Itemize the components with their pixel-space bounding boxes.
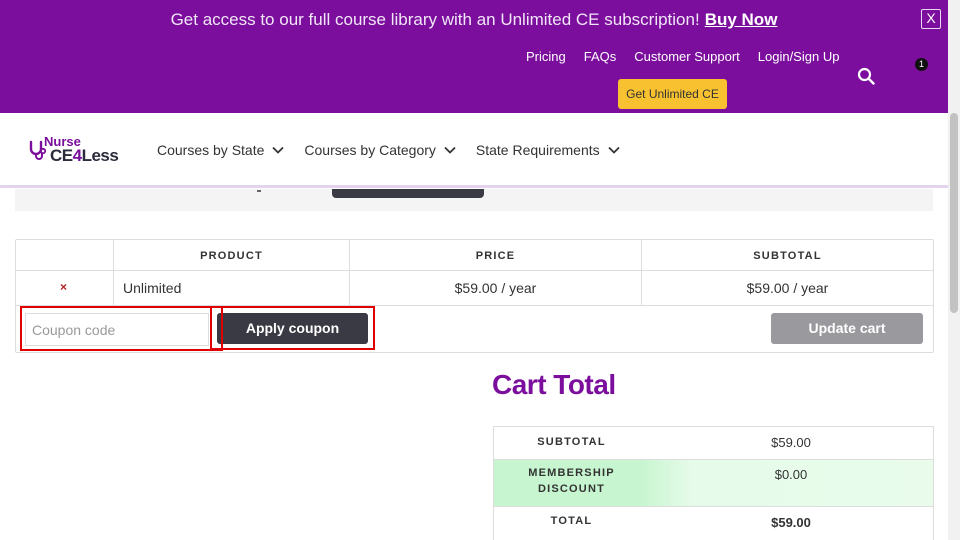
header-price: PRICE — [475, 250, 516, 262]
nav-state-requirements[interactable]: State Requirements — [476, 142, 620, 158]
search-icon[interactable] — [857, 67, 875, 85]
total-label: TOTAL — [550, 515, 593, 527]
table-row: × Unlimited $59.00 / year $59.00 / year — [16, 271, 933, 306]
logo-ce4less: CE4Less — [50, 146, 119, 165]
header-product: PRODUCT — [200, 250, 263, 262]
notice-button[interactable] — [332, 189, 484, 198]
cart-totals-table: SUBTOTAL $59.00 MEMBERSHIP DISCOUNT $0.0… — [493, 426, 934, 540]
table-header-row: PRODUCT PRICE SUBTOTAL — [16, 240, 933, 271]
nav-courses-by-state[interactable]: Courses by State — [157, 142, 285, 158]
totals-row-discount: MEMBERSHIP DISCOUNT $0.00 — [494, 460, 933, 507]
close-banner-button[interactable]: X — [921, 9, 941, 29]
remove-item-icon[interactable]: × — [60, 280, 67, 294]
chevron-down-icon — [272, 146, 285, 154]
column-divider — [113, 271, 114, 305]
pricing-link[interactable]: Pricing — [526, 49, 566, 64]
subtotal-label: SUBTOTAL — [537, 436, 606, 448]
totals-row-total: TOTAL $59.00 — [494, 507, 933, 540]
subtotal-value: $59.00 — [771, 435, 811, 450]
get-unlimited-button[interactable]: Get Unlimited CE — [618, 79, 727, 109]
nav-menu: Courses by State Courses by Category Sta… — [157, 142, 640, 158]
discount-label-line2: DISCOUNT — [537, 483, 606, 495]
discount-label-line1: MEMBERSHIP — [528, 467, 615, 479]
promo-text: Get access to our full course library wi… — [170, 10, 700, 29]
total-value: $59.00 — [771, 515, 811, 530]
product-name[interactable]: Unlimited — [123, 280, 181, 296]
update-cart-button[interactable]: Update cart — [771, 313, 923, 344]
promo-header: Get access to our full course library wi… — [0, 0, 948, 113]
notice-text-fragment — [257, 190, 261, 192]
customer-support-link[interactable]: Customer Support — [634, 49, 740, 64]
highlight-coupon-input — [20, 306, 223, 351]
header-subtotal: SUBTOTAL — [753, 250, 822, 262]
main-nav: Nurse CE4Less Courses by State Courses b… — [0, 113, 948, 188]
buy-now-link[interactable]: Buy Now — [705, 10, 778, 29]
chevron-down-icon — [444, 146, 456, 154]
faqs-link[interactable]: FAQs — [584, 49, 617, 64]
login-signup-link[interactable]: Login/Sign Up — [758, 49, 840, 64]
scrollbar-thumb[interactable] — [950, 113, 958, 313]
nav-courses-by-category[interactable]: Courses by Category — [304, 142, 456, 158]
discount-value: $0.00 — [774, 467, 808, 482]
cart-total-title: Cart Total — [492, 369, 616, 400]
product-price: $59.00 / year — [454, 280, 537, 296]
highlight-apply-button — [210, 306, 375, 350]
site-logo[interactable]: Nurse CE4Less — [28, 134, 119, 166]
promo-banner: Get access to our full course library wi… — [0, 10, 948, 30]
totals-row-subtotal: SUBTOTAL $59.00 — [494, 427, 933, 460]
cart-count-badge[interactable]: 1 — [915, 58, 928, 71]
top-links: Pricing FAQs Customer Support Login/Sign… — [526, 49, 857, 64]
chevron-down-icon — [608, 146, 620, 154]
product-subtotal: $59.00 / year — [746, 280, 829, 296]
